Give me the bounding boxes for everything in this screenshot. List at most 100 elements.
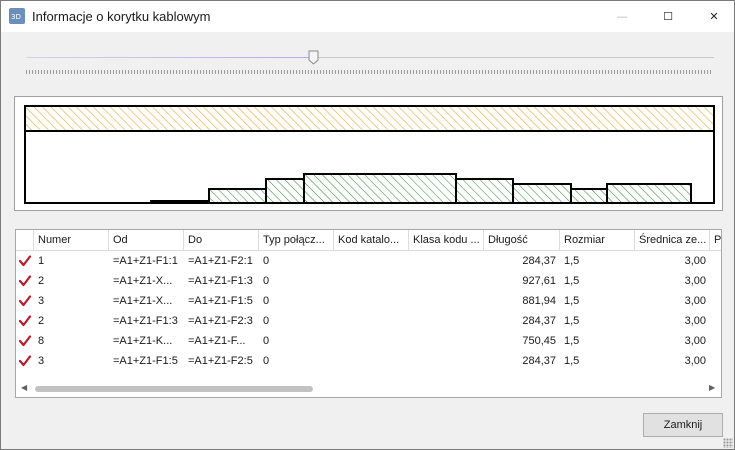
slider-thumb[interactable] <box>308 50 319 65</box>
cell-klasa[interactable] <box>409 251 484 271</box>
cell-srednica[interactable]: 3,00 <box>635 351 710 371</box>
cell-srednica[interactable]: 3,00 <box>635 331 710 351</box>
cell-kod[interactable] <box>334 271 409 291</box>
cell-klasa[interactable] <box>409 351 484 371</box>
scroll-left-icon[interactable]: ◀ <box>21 383 31 393</box>
cell-klasa[interactable] <box>409 331 484 351</box>
table-row[interactable]: 3 =A1+Z1-X... =A1+Z1-F1:5 0 881,94 1,5 3,00 <box>16 291 721 311</box>
table-row[interactable]: 2 =A1+Z1-F1:3 =A1+Z1-F2:3 0 284,37 1,5 3,00 <box>16 311 721 331</box>
cell-typ[interactable]: 0 <box>259 251 334 271</box>
close-icon: ✕ <box>709 10 719 23</box>
cell-srednica[interactable]: 3,00 <box>635 251 710 271</box>
cell-kod[interactable] <box>334 251 409 271</box>
cell-do[interactable]: =A1+Z1-F2:3 <box>184 311 259 331</box>
cell-numer[interactable]: 3 <box>34 351 109 371</box>
maximize-button[interactable]: ☐ <box>645 1 691 32</box>
row-checkbox[interactable] <box>16 271 34 291</box>
close-button[interactable]: Zamknij <box>643 413 723 437</box>
checkmark-icon <box>18 355 32 367</box>
cell-srednica[interactable]: 3,00 <box>635 291 710 311</box>
header-do[interactable]: Do <box>184 230 259 251</box>
cell-od[interactable]: =A1+Z1-F1:3 <box>109 311 184 331</box>
header-select-column[interactable] <box>16 230 34 251</box>
cell-do[interactable]: =A1+Z1-F... <box>184 331 259 351</box>
cell-rozmiar[interactable]: 1,5 <box>560 271 635 291</box>
header-kod[interactable]: Kod katalo... <box>334 230 409 251</box>
minimize-button[interactable]: — <box>599 1 645 32</box>
header-rozmiar[interactable]: Rozmiar <box>560 230 635 251</box>
close-window-button[interactable]: ✕ <box>691 1 735 32</box>
tray-top-band <box>24 105 715 132</box>
cell-kod[interactable] <box>334 351 409 371</box>
header-numer[interactable]: Numer <box>34 230 109 251</box>
cell-od[interactable]: =A1+Z1-F1:5 <box>109 351 184 371</box>
header-od[interactable]: Od <box>109 230 184 251</box>
cell-srednica[interactable]: 3,00 <box>635 311 710 331</box>
cell-klasa[interactable] <box>409 291 484 311</box>
cell-typ[interactable]: 0 <box>259 331 334 351</box>
header-klasa[interactable]: Klasa kodu ... <box>409 230 484 251</box>
cell-typ[interactable]: 0 <box>259 311 334 331</box>
cell-numer[interactable]: 1 <box>34 251 109 271</box>
cell-kod[interactable] <box>334 311 409 331</box>
cell-typ[interactable]: 0 <box>259 351 334 371</box>
cell-od[interactable]: =A1+Z1-X... <box>109 291 184 311</box>
row-checkbox[interactable] <box>16 291 34 311</box>
cell-kod[interactable] <box>334 291 409 311</box>
cell-kod[interactable] <box>334 331 409 351</box>
cell-do[interactable]: =A1+Z1-F1:3 <box>184 271 259 291</box>
cell-do[interactable]: =A1+Z1-F2:1 <box>184 251 259 271</box>
header-dlugosc[interactable]: Długość <box>484 230 560 251</box>
cell-numer[interactable]: 8 <box>34 331 109 351</box>
cable-bundle <box>512 183 572 204</box>
cell-klasa[interactable] <box>409 311 484 331</box>
cell-rozmiar[interactable]: 1,5 <box>560 331 635 351</box>
cell-od[interactable]: =A1+Z1-X... <box>109 271 184 291</box>
cell-dlugosc[interactable]: 750,45 <box>484 331 560 351</box>
cell-dlugosc[interactable]: 284,37 <box>484 311 560 331</box>
table-row[interactable]: 3 =A1+Z1-F1:5 =A1+Z1-F2:5 0 284,37 1,5 3,00 <box>16 351 721 371</box>
resize-grip-icon[interactable] <box>723 438 733 448</box>
checkmark-icon <box>18 295 32 307</box>
cable-bundles <box>150 173 692 204</box>
header-pr[interactable]: Pr <box>710 230 721 251</box>
cell-dlugosc[interactable]: 881,94 <box>484 291 560 311</box>
cell-srednica[interactable]: 3,00 <box>635 271 710 291</box>
cell-dlugosc[interactable]: 284,37 <box>484 351 560 371</box>
header-typ[interactable]: Typ połącz... <box>259 230 334 251</box>
cell-rozmiar[interactable]: 1,5 <box>560 291 635 311</box>
cell-numer[interactable]: 3 <box>34 291 109 311</box>
cell-dlugosc[interactable]: 927,61 <box>484 271 560 291</box>
cable-bundle <box>570 188 608 204</box>
cell-rozmiar[interactable]: 1,5 <box>560 251 635 271</box>
table-row[interactable]: 2 =A1+Z1-X... =A1+Z1-F1:3 0 927,61 1,5 3,00 <box>16 271 721 291</box>
cell-od[interactable]: =A1+Z1-F1:1 <box>109 251 184 271</box>
cell-do[interactable]: =A1+Z1-F1:5 <box>184 291 259 311</box>
checkmark-icon <box>18 255 32 267</box>
slider-ticks <box>26 70 712 74</box>
row-checkbox[interactable] <box>16 331 34 351</box>
table-row[interactable]: 8 =A1+Z1-K... =A1+Z1-F... 0 750,45 1,5 3,00 <box>16 331 721 351</box>
cell-dlugosc[interactable]: 284,37 <box>484 251 560 271</box>
cell-od[interactable]: =A1+Z1-K... <box>109 331 184 351</box>
row-checkbox[interactable] <box>16 351 34 371</box>
cell-typ[interactable]: 0 <box>259 291 334 311</box>
row-checkbox[interactable] <box>16 311 34 331</box>
scroll-right-icon[interactable]: ▶ <box>709 383 719 393</box>
table-row[interactable]: 1 =A1+Z1-F1:1 =A1+Z1-F2:1 0 284,37 1,5 3,00 <box>16 251 721 271</box>
row-checkbox[interactable] <box>16 251 34 271</box>
cell-numer[interactable]: 2 <box>34 311 109 331</box>
cell-rozmiar[interactable]: 1,5 <box>560 311 635 331</box>
cell-klasa[interactable] <box>409 271 484 291</box>
header-srednica[interactable]: Średnica ze... <box>635 230 710 251</box>
cell-rozmiar[interactable]: 1,5 <box>560 351 635 371</box>
scroll-thumb[interactable] <box>35 386 313 392</box>
cell-do[interactable]: =A1+Z1-F2:5 <box>184 351 259 371</box>
horizontal-scrollbar[interactable]: ◀ ▶ <box>17 380 721 397</box>
checkmark-icon <box>18 315 32 327</box>
cable-bundle <box>150 200 210 204</box>
cell-typ[interactable]: 0 <box>259 271 334 291</box>
maximize-icon: ☐ <box>663 10 673 23</box>
title-bar[interactable]: 3D Informacje o korytku kablowym — ☐ ✕ <box>1 1 734 32</box>
cell-numer[interactable]: 2 <box>34 271 109 291</box>
